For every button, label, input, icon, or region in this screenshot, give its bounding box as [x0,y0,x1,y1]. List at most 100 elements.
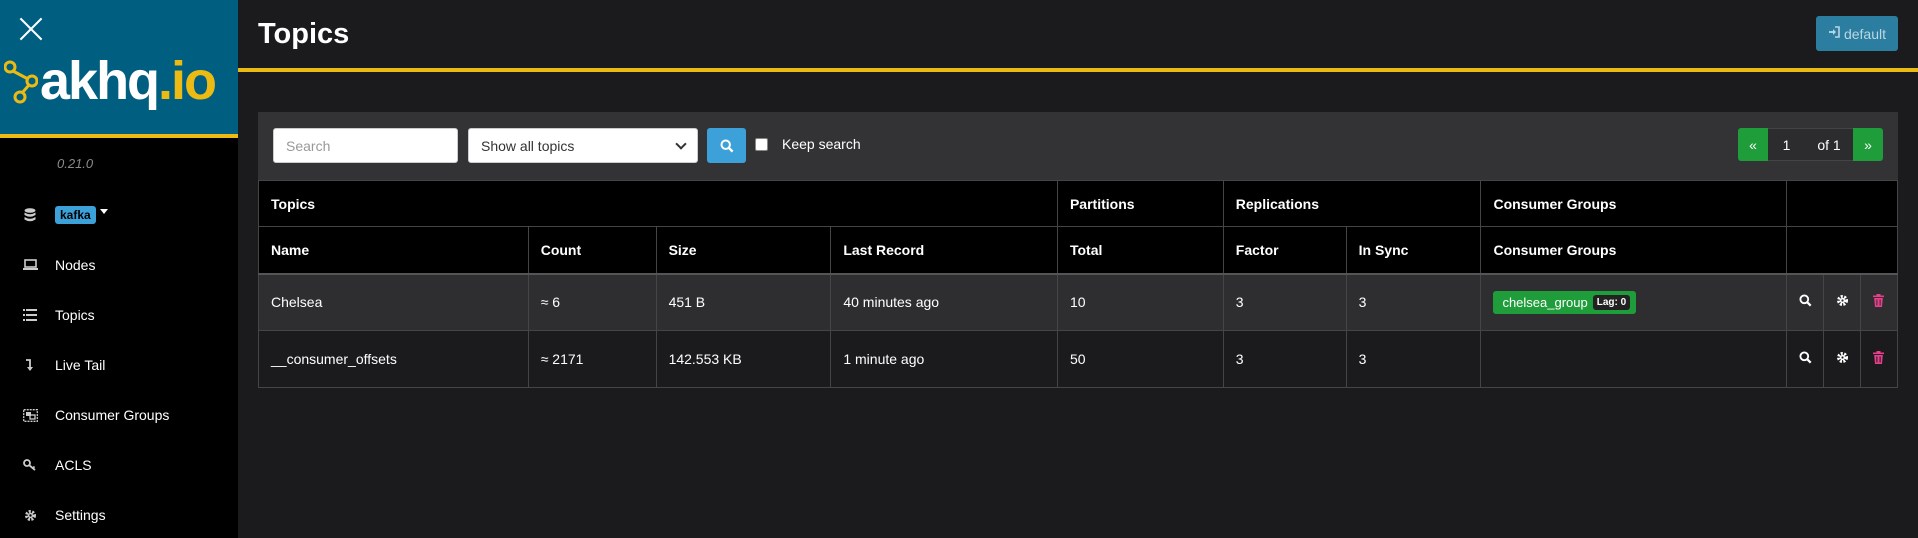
keep-search-checkbox[interactable]: Keep search [755,136,861,152]
config-action-cell [1823,273,1861,331]
database-icon [22,207,38,223]
app-version: 0.21.0 [57,156,94,171]
page-title: Topics [258,18,350,50]
top-bar: Topics default [238,0,1918,72]
sidebar-item-label: Settings [55,507,106,523]
table-column-header: Name Count Size Last Record Total Factor… [258,226,1898,275]
cluster-badge: kafka [55,206,96,224]
akhq-logo[interactable]: akhq.io [4,51,217,111]
group-header-actions [1786,180,1898,227]
search-icon[interactable] [1799,294,1812,307]
pagination: « 1 of 1 » [1738,128,1883,161]
col-header-factor[interactable]: Factor [1222,226,1347,275]
kafka-nodes-icon [4,60,38,104]
topics-table: Topics Partitions Replications Consumer … [258,180,1899,388]
trash-icon[interactable] [1873,351,1885,364]
cog-icon[interactable] [1836,351,1849,364]
caret-down-icon [99,208,108,214]
chevron-down-icon [675,137,687,150]
replication-in-sync: 3 [1345,273,1482,331]
view-action-cell [1786,330,1825,388]
level-down-icon [22,357,38,373]
login-button-label: default [1843,25,1886,42]
group-header-replications: Replications [1222,180,1482,227]
sidebar-item-consumer-groups[interactable]: Consumer Groups [0,390,238,440]
cog-icon [22,507,38,523]
topic-filter-value: Show all topics [481,137,575,154]
group-header-partitions: Partitions [1056,180,1224,227]
sidebar-item-settings[interactable]: Settings [0,490,238,538]
topic-filter-select[interactable]: Show all topics [468,128,698,163]
topic-size: 142.553 KB [655,330,832,388]
partitions-total: 50 [1056,330,1224,388]
group-header-topics: Topics [258,180,1058,227]
replication-factor: 3 [1222,330,1347,388]
config-action-cell [1823,330,1861,388]
table-row[interactable]: __consumer_offsets ≈ 2171 142.553 KB 1 m… [258,330,1899,388]
sidebar-item-label: Nodes [55,257,96,273]
consumer-group-name: chelsea_group [1502,294,1588,310]
sidebar-nav: kafka Nodes Topics Live Tail Consumer Gr… [0,190,238,538]
col-header-consumer-groups: Consumer Groups [1480,226,1788,275]
object-group-icon [22,407,38,423]
cog-icon[interactable] [1836,294,1849,307]
replication-in-sync: 3 [1345,330,1482,388]
list-icon [22,307,38,323]
search-icon[interactable] [1799,351,1812,364]
sidebar-item-topics[interactable]: Topics [0,290,238,340]
pagination-prev-button[interactable]: « [1738,128,1768,161]
topic-last-record: 40 minutes ago [830,273,1058,331]
col-header-total[interactable]: Total [1056,226,1224,275]
keep-search-label: Keep search [782,136,861,152]
pagination-current-page: 1 [1768,128,1805,161]
sidebar: akhq.io 0.21.0 kafka Nodes Topics Live T… [0,0,238,538]
filter-panel: Show all topics Keep search « 1 of 1 » [258,112,1898,180]
checkbox[interactable] [755,137,768,151]
search-button[interactable] [707,128,746,163]
logo-text: akhq.io [40,51,217,111]
login-button[interactable]: default [1815,16,1898,51]
close-sidebar-icon[interactable] [18,16,44,42]
sign-in-icon [1828,26,1840,41]
sidebar-item-label: Live Tail [55,357,106,373]
partitions-total: 10 [1056,273,1224,331]
laptop-icon [22,257,38,273]
sidebar-item-label: Topics [55,307,95,323]
topic-size: 451 B [655,273,832,331]
col-header-last-record[interactable]: Last Record [830,226,1058,275]
topic-name[interactable]: __consumer_offsets [258,330,529,388]
replication-factor: 3 [1222,273,1347,331]
app: akhq.io 0.21.0 kafka Nodes Topics Live T… [0,0,1918,538]
delete-action-cell [1859,273,1899,331]
col-header-size[interactable]: Size [655,226,832,275]
sidebar-item-acls[interactable]: ACLS [0,440,238,490]
topic-name[interactable]: Chelsea [258,273,529,331]
sidebar-item-label: ACLS [55,457,92,473]
table-row[interactable]: Chelsea ≈ 6 451 B 40 minutes ago 10 3 3 … [258,273,1899,331]
search-icon [720,139,733,152]
col-header-in-sync[interactable]: In Sync [1345,226,1482,275]
topic-count: ≈ 6 [527,273,657,331]
col-header-actions [1786,226,1898,275]
table-group-header: Topics Partitions Replications Consumer … [258,180,1898,227]
brand-header: akhq.io [0,0,238,138]
col-header-count[interactable]: Count [527,226,657,275]
topic-last-record: 1 minute ago [830,330,1058,388]
consumer-group-badge[interactable]: chelsea_group Lag: 0 [1493,290,1637,314]
main-content: Topics default Show all topics Keep sear… [238,0,1918,538]
key-icon [22,457,38,473]
delete-action-cell [1859,330,1899,388]
pagination-total: of 1 [1805,128,1853,161]
col-header-name[interactable]: Name [258,226,529,275]
search-input[interactable] [273,128,458,163]
trash-icon[interactable] [1873,294,1885,308]
sidebar-item-live-tail[interactable]: Live Tail [0,340,238,390]
pagination-next-button[interactable]: » [1853,128,1883,161]
consumer-groups-cell: chelsea_group Lag: 0 [1480,273,1788,331]
group-header-consumer-groups: Consumer Groups [1480,180,1788,227]
cluster-selector[interactable]: kafka [0,190,238,240]
consumer-groups-cell [1480,330,1788,388]
sidebar-item-nodes[interactable]: Nodes [0,240,238,290]
sidebar-item-label: Consumer Groups [55,407,170,423]
view-action-cell [1786,273,1825,331]
